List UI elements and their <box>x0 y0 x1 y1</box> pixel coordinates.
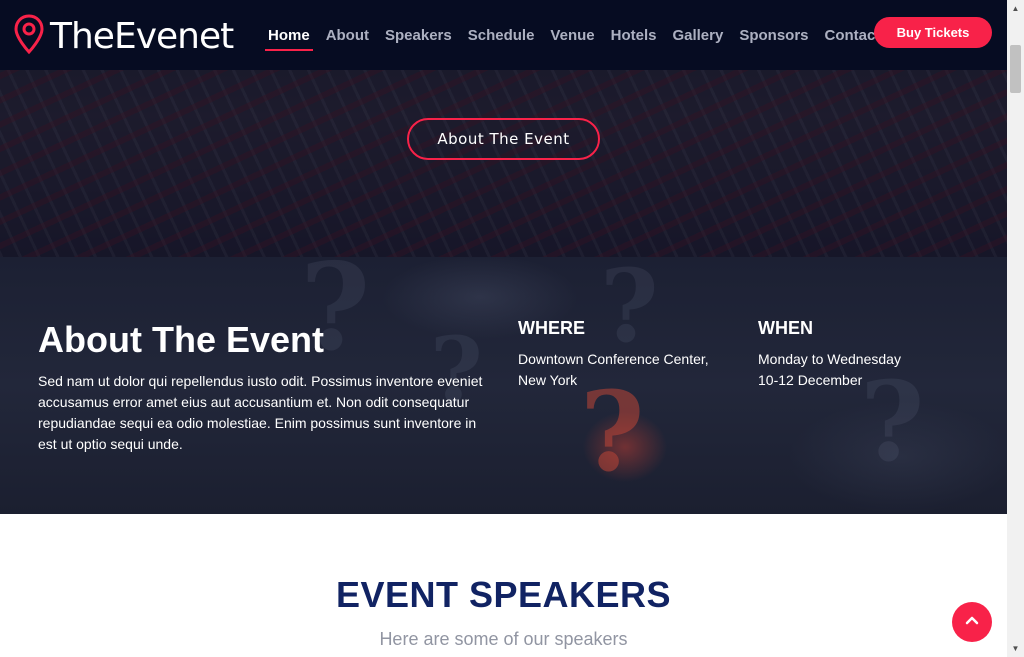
speakers-title: EVENT SPEAKERS <box>335 574 672 615</box>
nav-sponsors[interactable]: Sponsors <box>739 0 808 70</box>
when-heading: WHEN <box>758 318 813 338</box>
main-nav: Home About Speakers Schedule Venue Hotel… <box>265 0 896 70</box>
nav-about[interactable]: About <box>326 0 369 70</box>
nav-schedule[interactable]: Schedule <box>468 0 535 70</box>
about-event-button[interactable]: About The Event <box>407 118 600 160</box>
nav-hotels[interactable]: Hotels <box>611 0 657 70</box>
buy-tickets-button[interactable]: Buy Tickets <box>874 17 992 48</box>
nav-home[interactable]: Home <box>265 0 313 70</box>
site-header: TheEvenet Home About Speakers Schedule V… <box>0 0 1007 70</box>
nav-speakers[interactable]: Speakers <box>385 0 452 70</box>
nav-gallery[interactable]: Gallery <box>672 0 723 70</box>
where-line-1: Downtown Conference Center, <box>518 351 709 367</box>
logo-text: TheEvenet <box>50 15 234 57</box>
speakers-subtitle: Here are some of our speakers <box>379 629 628 649</box>
scroll-up-arrow-icon[interactable]: ▲ <box>1007 0 1024 17</box>
scroll-down-arrow-icon[interactable]: ▼ <box>1007 640 1024 657</box>
back-to-top-button[interactable] <box>952 602 992 642</box>
about-section: ? ? ? ? ? About The Event Sed nam ut dol… <box>0 257 1007 514</box>
nav-venue[interactable]: Venue <box>550 0 594 70</box>
when-line-1: Monday to Wednesday <box>758 351 901 367</box>
about-title: About The Event <box>38 319 324 360</box>
where-info: WHERE Downtown Conference Center, New Yo… <box>518 318 709 391</box>
when-line-2: 10-12 December <box>758 372 863 388</box>
scrollbar-thumb[interactable] <box>1010 45 1021 93</box>
about-description: Sed nam ut dolor qui repellendus iusto o… <box>38 373 483 452</box>
vertical-scrollbar[interactable]: ▲ ▼ <box>1007 0 1024 657</box>
map-pin-icon <box>14 14 44 59</box>
logo[interactable]: TheEvenet <box>14 14 234 59</box>
nav-contact[interactable]: Contact <box>825 0 881 70</box>
chevron-up-icon <box>964 612 980 633</box>
where-line-2: New York <box>518 372 578 388</box>
where-heading: WHERE <box>518 318 585 338</box>
when-info: WHEN Monday to Wednesday 10-12 December <box>758 318 901 391</box>
